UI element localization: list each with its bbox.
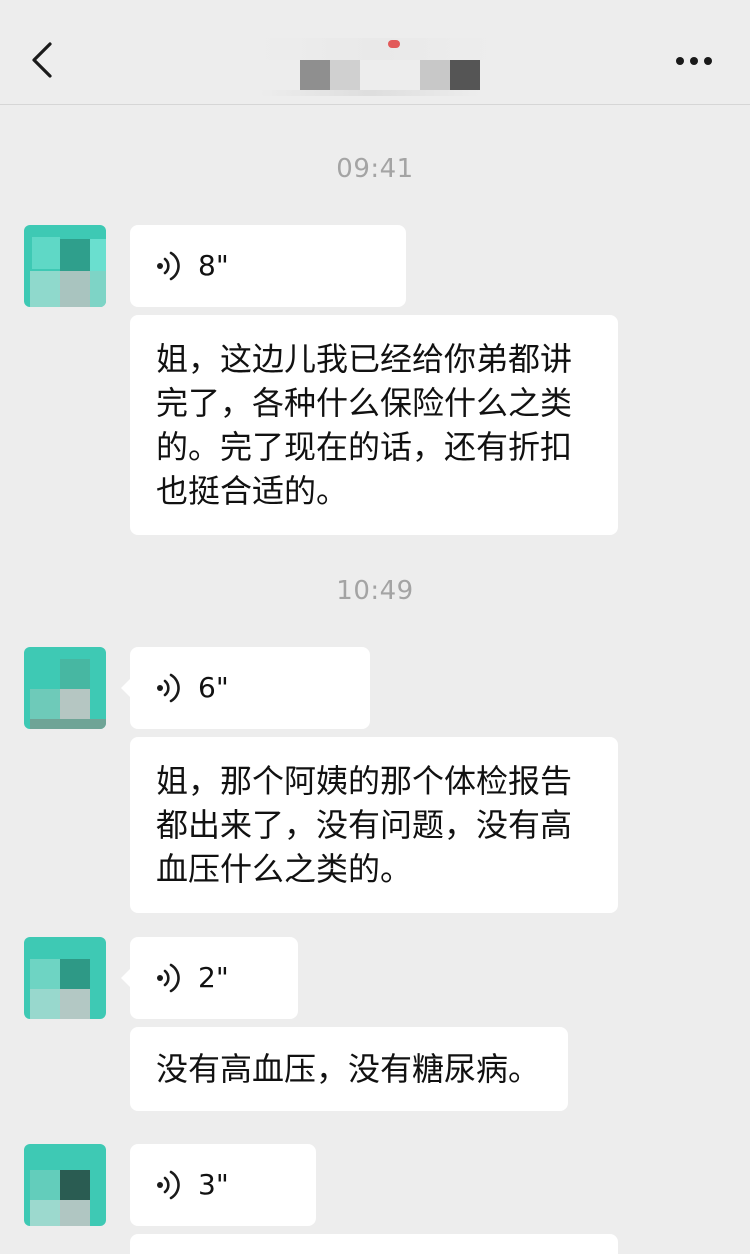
message-text-line: 血压什么之类的。 (156, 850, 413, 888)
message-text-line: 没有高血压，没有糖尿病。 (156, 1050, 541, 1088)
avatar[interactable] (24, 1144, 106, 1226)
voice-duration: 8" (198, 249, 229, 282)
voice-duration: 3" (198, 1168, 229, 1201)
avatar[interactable] (24, 647, 106, 729)
avatar[interactable] (24, 937, 106, 1019)
more-options-button[interactable] (666, 44, 722, 78)
text-message[interactable]: 没有高血压，没有糖尿病。 (130, 1027, 568, 1111)
chevron-left-icon (32, 42, 52, 78)
message-timestamp: 10:49 (336, 576, 414, 606)
text-message[interactable]: 姐，这边儿我已经给你弟都讲 完了，各种什么保险什么之类 的。完了现在的话，还有折… (130, 315, 618, 535)
voice-message[interactable]: 8" (130, 225, 406, 307)
navigation-bar (0, 0, 750, 105)
voice-duration: 2" (198, 961, 229, 994)
message-timestamp: 09:41 (336, 154, 414, 184)
message-text-line: 都出来了，没有问题，没有高 (156, 806, 573, 844)
voice-duration: 6" (198, 671, 229, 704)
voice-wave-icon (157, 1170, 180, 1200)
voice-message[interactable]: 2" (121, 937, 298, 1019)
ellipsis-icon (676, 57, 712, 65)
contact-name-pixelated (250, 38, 494, 98)
message-text-line: 姐，这边儿我已经给你弟都讲 (156, 340, 573, 378)
voice-wave-icon (157, 963, 180, 993)
text-message[interactable] (130, 1234, 618, 1254)
message-text-line: 也挺合适的。 (156, 472, 349, 510)
back-button[interactable] (22, 38, 66, 82)
avatar[interactable] (24, 225, 106, 307)
message-text-line: 的。完了现在的话，还有折扣 (156, 428, 573, 466)
voice-message[interactable]: 6" (121, 647, 370, 729)
voice-wave-icon (157, 251, 180, 281)
text-message[interactable]: 姐，那个阿姨的那个体检报告 都出来了，没有问题，没有高 血压什么之类的。 (130, 737, 618, 913)
voice-wave-icon (157, 673, 180, 703)
message-text-line: 完了，各种什么保险什么之类 (156, 384, 573, 422)
message-text-line: 姐，那个阿姨的那个体检报告 (156, 762, 573, 800)
voice-message[interactable]: 3" (130, 1144, 316, 1226)
